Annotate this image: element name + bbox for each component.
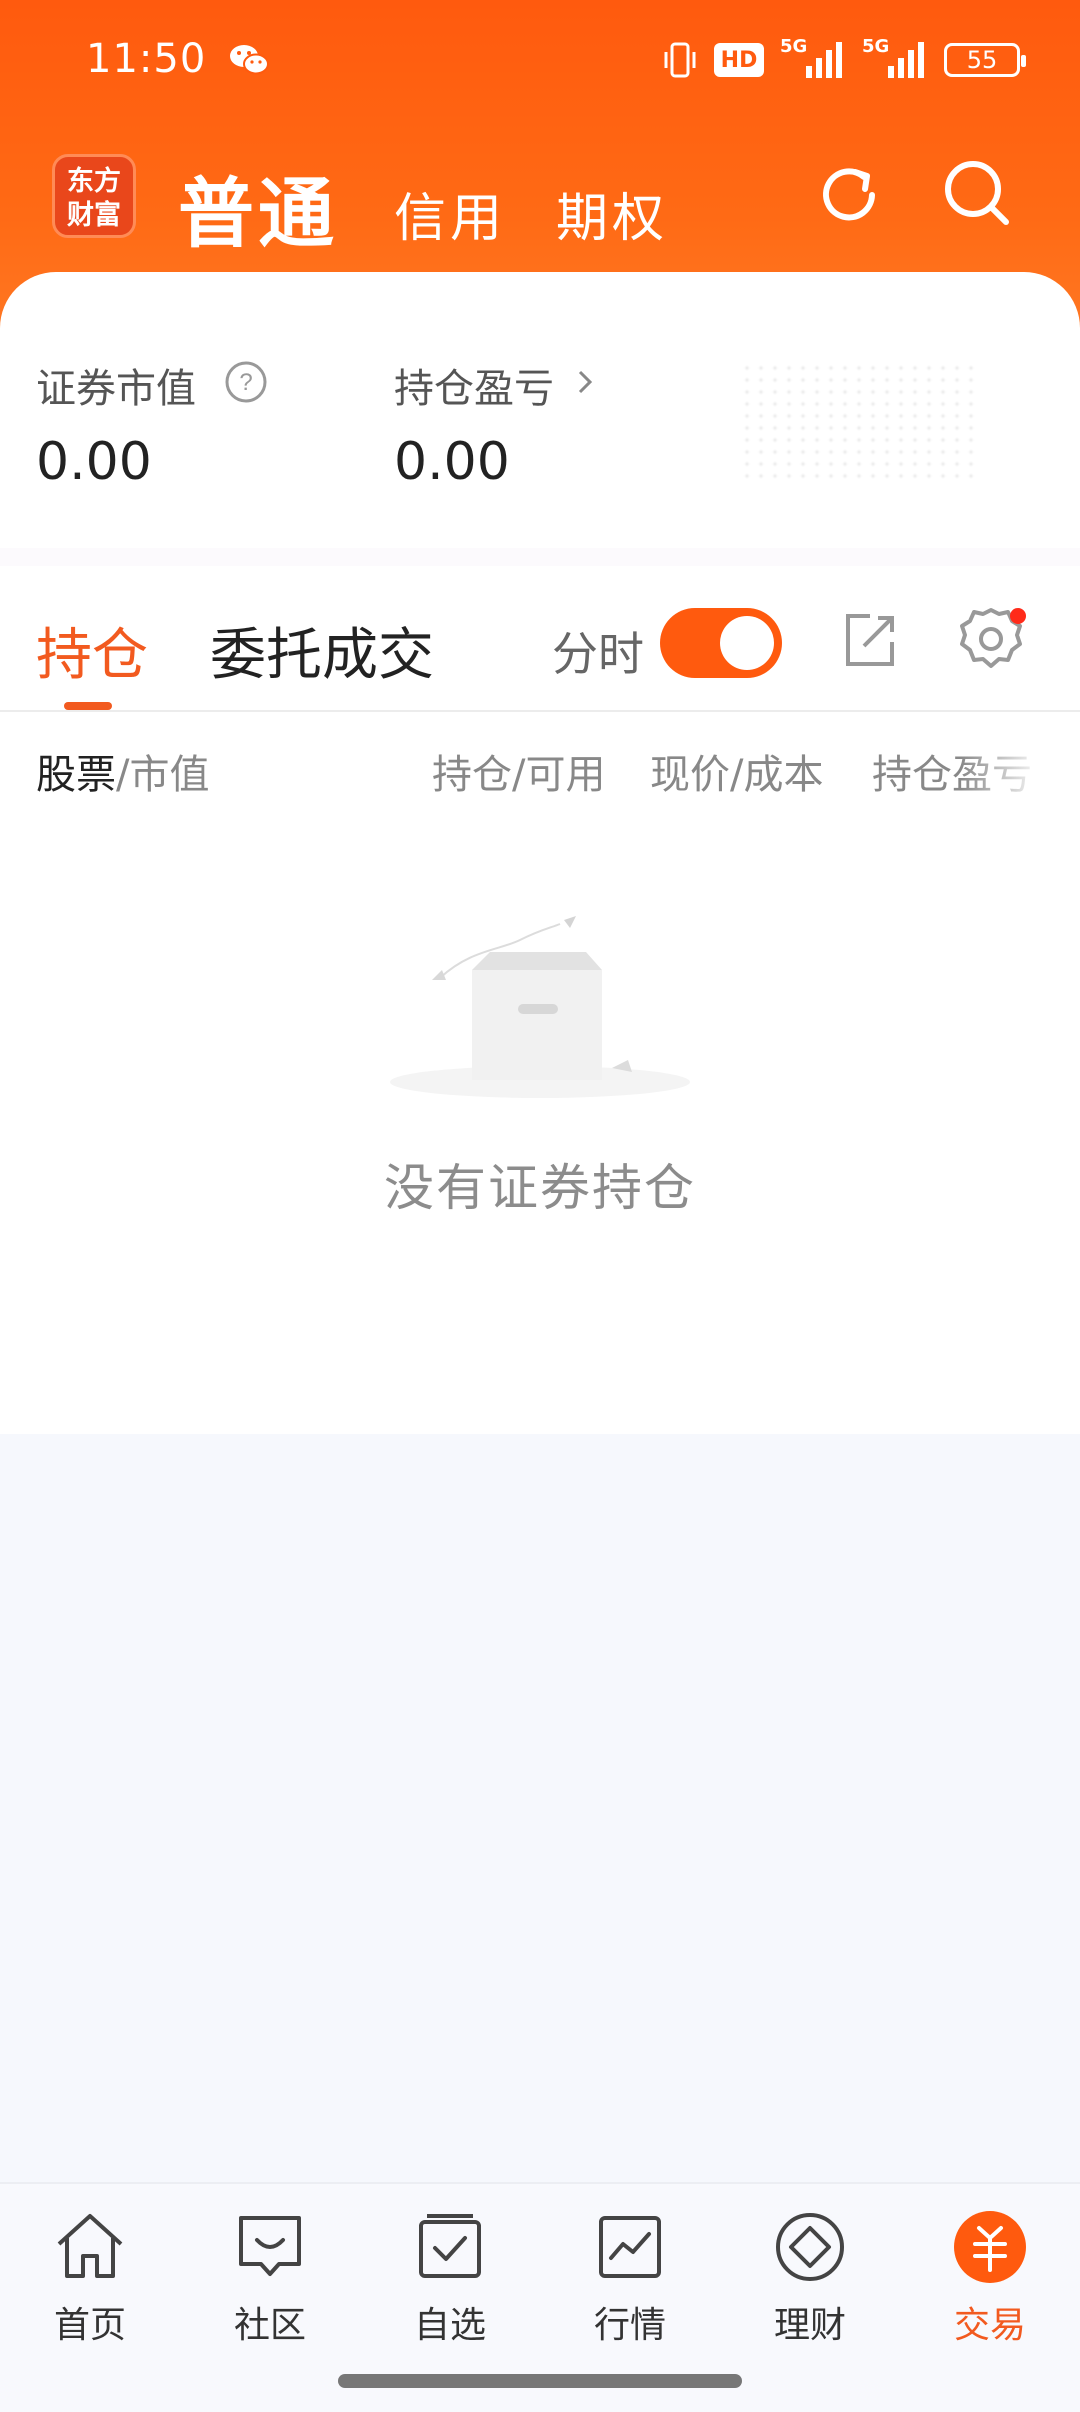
nav-trade[interactable]: 交易: [920, 2208, 1060, 2348]
tab-active-indicator: [64, 702, 112, 710]
nav-community[interactable]: 社区: [200, 2208, 340, 2348]
signal-icon: 5G: [780, 36, 846, 80]
market-value: 0.00: [36, 432, 152, 492]
nav-home[interactable]: 首页: [20, 2208, 160, 2348]
hd-badge: HD: [714, 43, 764, 77]
home-icon: [57, 2214, 123, 2278]
notification-dot: [1010, 608, 1026, 624]
wechat-icon: [230, 45, 269, 75]
home-indicator[interactable]: [338, 2374, 742, 2388]
tab-holdings[interactable]: 持仓: [36, 610, 148, 691]
section-divider: [0, 548, 1080, 566]
tab-orders[interactable]: 委托成交: [210, 610, 434, 691]
help-icon[interactable]: ?: [224, 360, 268, 404]
market-icon: [599, 2216, 661, 2278]
nav-wealth[interactable]: 理财: [740, 2208, 880, 2348]
status-indicators: HD 5G 5G 55: [662, 36, 1026, 82]
battery-icon: 55: [944, 43, 1026, 77]
chevron-right-icon[interactable]: [574, 362, 598, 402]
trade-icon: [954, 2211, 1026, 2283]
community-icon: [239, 2216, 301, 2276]
tabs-divider: [0, 710, 1080, 712]
refresh-icon[interactable]: [812, 158, 886, 232]
market-value-label: 证券市值: [36, 366, 196, 412]
nav-watchlist[interactable]: 自选: [380, 2208, 520, 2348]
export-icon[interactable]: [840, 610, 900, 670]
masked-asset-value: [740, 362, 980, 482]
vibrate-icon: [664, 42, 696, 78]
wealth-icon: [776, 2213, 844, 2281]
column-price-cost[interactable]: 现价/成本: [650, 742, 823, 800]
nav-market[interactable]: 行情: [560, 2208, 700, 2348]
column-position-available[interactable]: 持仓/可用: [432, 742, 605, 800]
column-stock[interactable]: 股票/市值: [36, 742, 209, 800]
app-logo[interactable]: 东方 财富: [52, 154, 136, 238]
pnl-label[interactable]: 持仓盈亏: [394, 356, 554, 414]
empty-state-message: 没有证券持仓: [384, 1159, 696, 1217]
empty-box-illustration: [390, 916, 690, 1098]
watchlist-icon: [419, 2214, 481, 2278]
svg-text:?: ?: [239, 369, 252, 396]
pnl-value: 0.00: [394, 432, 510, 492]
fenshi-label: 分时: [552, 627, 644, 681]
search-icon[interactable]: [940, 156, 1014, 230]
status-time: 11:50: [86, 36, 207, 82]
fenshi-toggle[interactable]: [660, 608, 782, 678]
tab-credit[interactable]: 信用: [394, 176, 506, 251]
tab-normal[interactable]: 普通: [178, 152, 338, 262]
status-bar: 11:50 HD 5G 5G 55: [0, 0, 1080, 120]
toggle-knob: [720, 616, 774, 670]
signal-icon: 5G: [862, 36, 928, 80]
tab-options[interactable]: 期权: [556, 176, 668, 251]
column-pnl[interactable]: 持仓盈亏: [872, 742, 1032, 800]
